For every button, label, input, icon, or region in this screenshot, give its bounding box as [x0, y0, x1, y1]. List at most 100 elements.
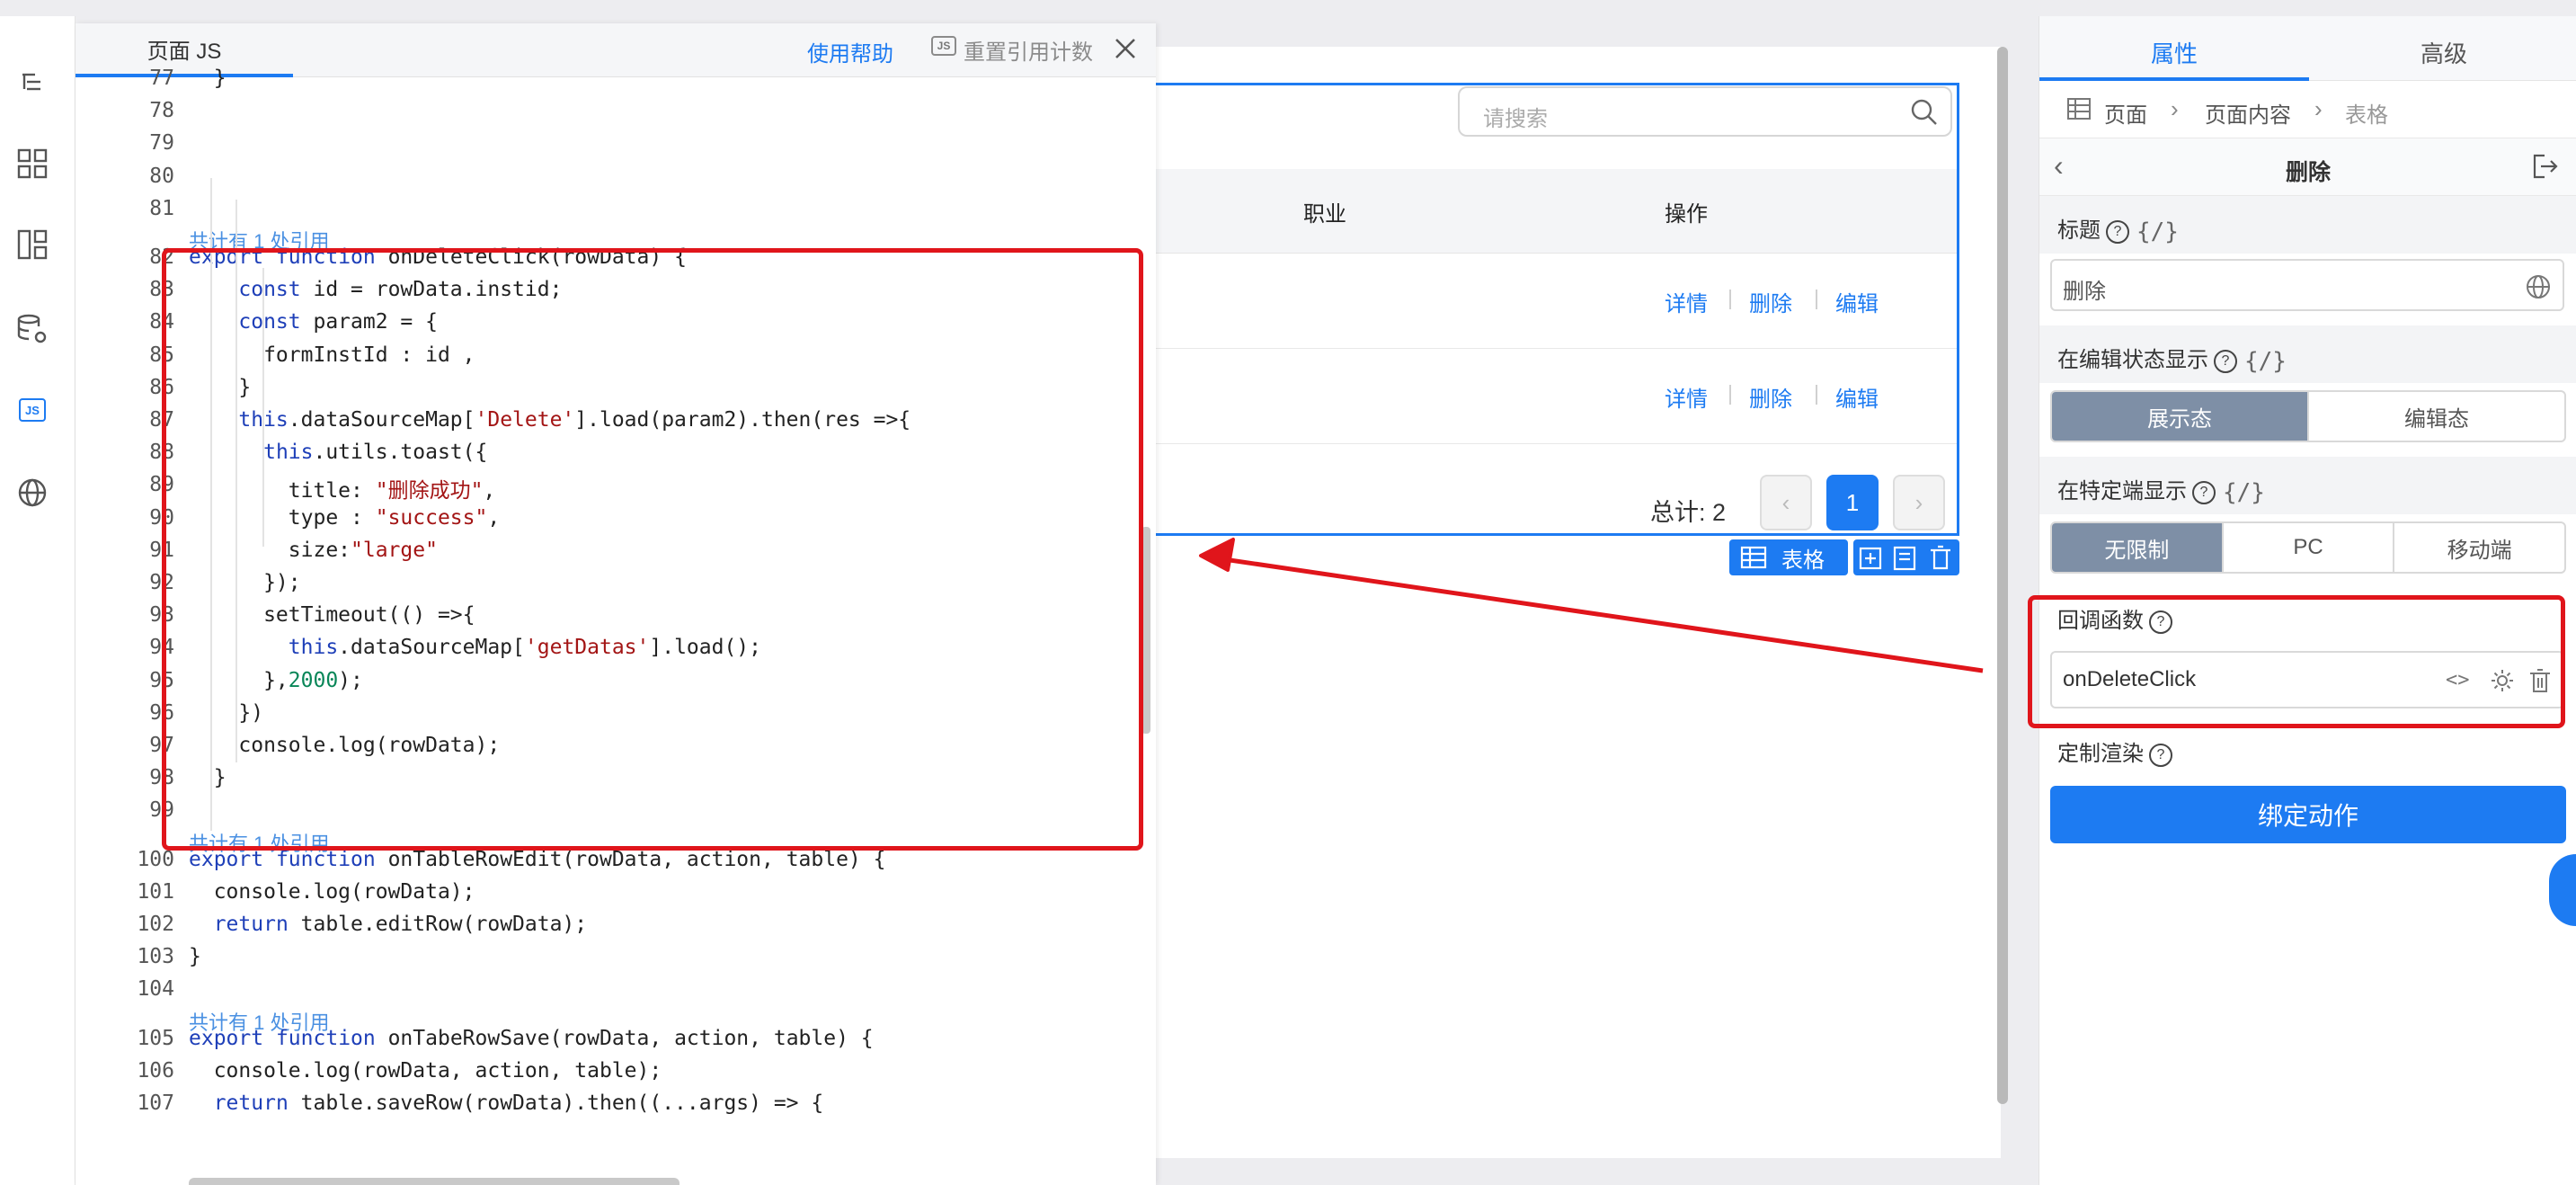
title-input[interactable]: 删除	[2050, 259, 2564, 311]
code-line[interactable]: });	[189, 571, 301, 594]
column-header-actions: 操作	[1665, 202, 1708, 227]
table-row: 详情 删除 编辑	[1156, 254, 1957, 349]
line-number: 105	[137, 1026, 174, 1050]
table-row: 详情 删除 编辑	[1156, 349, 1957, 444]
code-line[interactable]: const id = rowData.instid;	[189, 278, 562, 301]
line-number: 89	[149, 473, 174, 497]
tab-properties[interactable]: 属性	[2151, 36, 2198, 69]
row-delete-link[interactable]: 删除	[1749, 286, 1792, 317]
code-line[interactable]: return table.saveRow(rowData).then((...a…	[189, 1091, 824, 1115]
help-link[interactable]: 使用帮助	[807, 36, 893, 67]
code-line[interactable]: console.log(rowData, action, table);	[189, 1059, 662, 1083]
code-line[interactable]: this.dataSourceMap['Delete'].load(param2…	[189, 408, 910, 432]
help-icon[interactable]: ?	[2214, 349, 2237, 373]
code-line[interactable]: export function onTabeRowSave(rowData, a…	[189, 1027, 874, 1050]
code-line[interactable]: const param2 = {	[189, 310, 438, 334]
next-page-button[interactable]: ›	[1893, 475, 1945, 530]
code-line[interactable]: this.utils.toast({	[189, 441, 487, 464]
chevron-right-icon: ›	[2314, 95, 2323, 122]
layout-panel-icon[interactable]	[13, 225, 52, 264]
option-display-state[interactable]: 展示态	[2052, 392, 2309, 441]
code-line[interactable]: }	[189, 67, 227, 90]
option-mobile[interactable]: 移动端	[2394, 523, 2564, 572]
option-edit-state[interactable]: 编辑态	[2309, 392, 2564, 441]
code-line[interactable]: console.log(rowData);	[189, 880, 475, 904]
code-line[interactable]: export function onTableRowEdit(rowData, …	[189, 848, 885, 871]
help-icon[interactable]: ?	[2192, 480, 2216, 504]
table-grid-icon	[1740, 546, 1767, 569]
page-number-button[interactable]: 1	[1826, 475, 1879, 530]
breadcrumb-table[interactable]: 表格	[2345, 97, 2388, 129]
row-detail-link[interactable]: 详情	[1665, 286, 1708, 317]
line-number: 80	[149, 164, 174, 188]
variable-binding-icon[interactable]: {/}	[2223, 479, 2265, 506]
canvas-scrollbar[interactable]	[1997, 47, 2008, 1104]
globe-icon[interactable]	[13, 473, 52, 512]
code-editor-body[interactable]: 77 } 78 79 80 81 共计有 1 处引用 82 export function o…	[76, 67, 1145, 1185]
table-grid-icon	[2066, 97, 2092, 127]
action-divider	[1816, 290, 1817, 309]
code-brackets-icon[interactable]: <>	[2446, 669, 2470, 691]
page-js-icon[interactable]: JS	[13, 390, 52, 430]
line-number: 77	[149, 67, 174, 90]
callback-function-field[interactable]: onDeleteClick <>	[2050, 651, 2564, 708]
component-type-badge[interactable]: 表格	[1729, 539, 1848, 575]
exit-icon[interactable]	[2532, 153, 2559, 184]
outline-tree-icon[interactable]	[13, 63, 52, 102]
table-search-input[interactable]: 请搜索	[1458, 86, 1952, 137]
tab-advanced[interactable]: 高级	[2421, 36, 2467, 69]
code-line[interactable]: },2000);	[189, 669, 363, 692]
custom-render-label: 定制渲染	[2057, 742, 2144, 766]
reset-reference-count-button[interactable]: 重置引用计数	[964, 34, 1093, 66]
editor-vertical-scrollbar[interactable]	[1141, 527, 1150, 734]
components-grid-icon[interactable]	[13, 144, 52, 183]
help-icon[interactable]: ?	[2149, 610, 2172, 634]
code-line[interactable]: size:"large"	[189, 539, 438, 562]
globe-icon[interactable]	[2525, 273, 2552, 305]
line-number: 86	[149, 375, 174, 399]
line-number: 78	[149, 99, 174, 123]
option-pc[interactable]: PC	[2224, 523, 2395, 572]
code-line[interactable]: })	[189, 701, 263, 725]
callback-label: 回调函数	[2057, 609, 2144, 633]
code-line[interactable]: }	[189, 945, 201, 968]
code-line[interactable]: }	[189, 766, 227, 789]
table-total-count: 总计: 2	[1650, 499, 1727, 526]
help-icon[interactable]: ?	[2149, 743, 2172, 767]
row-edit-link[interactable]: 编辑	[1835, 286, 1879, 317]
breadcrumb-page-content[interactable]: 页面内容	[2205, 97, 2291, 129]
indent-guide	[210, 178, 212, 831]
code-line[interactable]: this.dataSourceMap['getDatas'].load();	[189, 636, 761, 659]
editor-horizontal-scrollbar[interactable]	[189, 1178, 680, 1185]
indent-guide	[235, 200, 237, 762]
code-line[interactable]: formInstId : id ,	[189, 343, 475, 367]
variable-binding-icon[interactable]: {/}	[2244, 348, 2287, 375]
close-icon[interactable]	[1109, 32, 1141, 65]
callback-setting-row: 回调函数?	[2039, 586, 2576, 644]
bind-action-button[interactable]: 绑定动作	[2050, 786, 2566, 843]
code-line[interactable]: }	[189, 376, 251, 399]
editor-header: 页面 JS 使用帮助 JS 重置引用计数	[76, 23, 1156, 77]
code-line[interactable]: return table.editRow(rowData);	[189, 913, 587, 936]
gear-icon[interactable]	[2489, 667, 2516, 699]
prev-page-button[interactable]: ‹	[1760, 475, 1812, 530]
code-line[interactable]: export function onDeleteClick(rowData) {	[189, 245, 687, 269]
datasource-database-icon[interactable]	[13, 309, 52, 349]
title-setting-label: 标题	[2057, 218, 2101, 243]
panel-title: 删除	[2285, 160, 2331, 185]
variable-binding-icon[interactable]: {/}	[2136, 218, 2179, 245]
row-edit-link[interactable]: 编辑	[1835, 381, 1879, 413]
search-icon[interactable]	[1909, 97, 1940, 128]
row-detail-link[interactable]: 详情	[1665, 381, 1708, 413]
trash-icon[interactable]	[2528, 667, 2552, 699]
option-unlimited[interactable]: 无限制	[2052, 523, 2224, 572]
line-number: 91	[149, 538, 174, 562]
page-js-editor: 页面 JS 使用帮助 JS 重置引用计数 77 } 78 79 80 81 共计有 1 处…	[76, 23, 1156, 1185]
breadcrumb-page[interactable]: 页面	[2104, 97, 2147, 129]
row-delete-link[interactable]: 删除	[1749, 381, 1792, 413]
code-line[interactable]: setTimeout(() =>{	[189, 603, 475, 627]
left-icon-rail: JS	[0, 16, 76, 1185]
line-number: 81	[149, 196, 174, 220]
help-icon[interactable]: ?	[2106, 219, 2129, 244]
device-label: 在特定端显示	[2057, 479, 2187, 503]
